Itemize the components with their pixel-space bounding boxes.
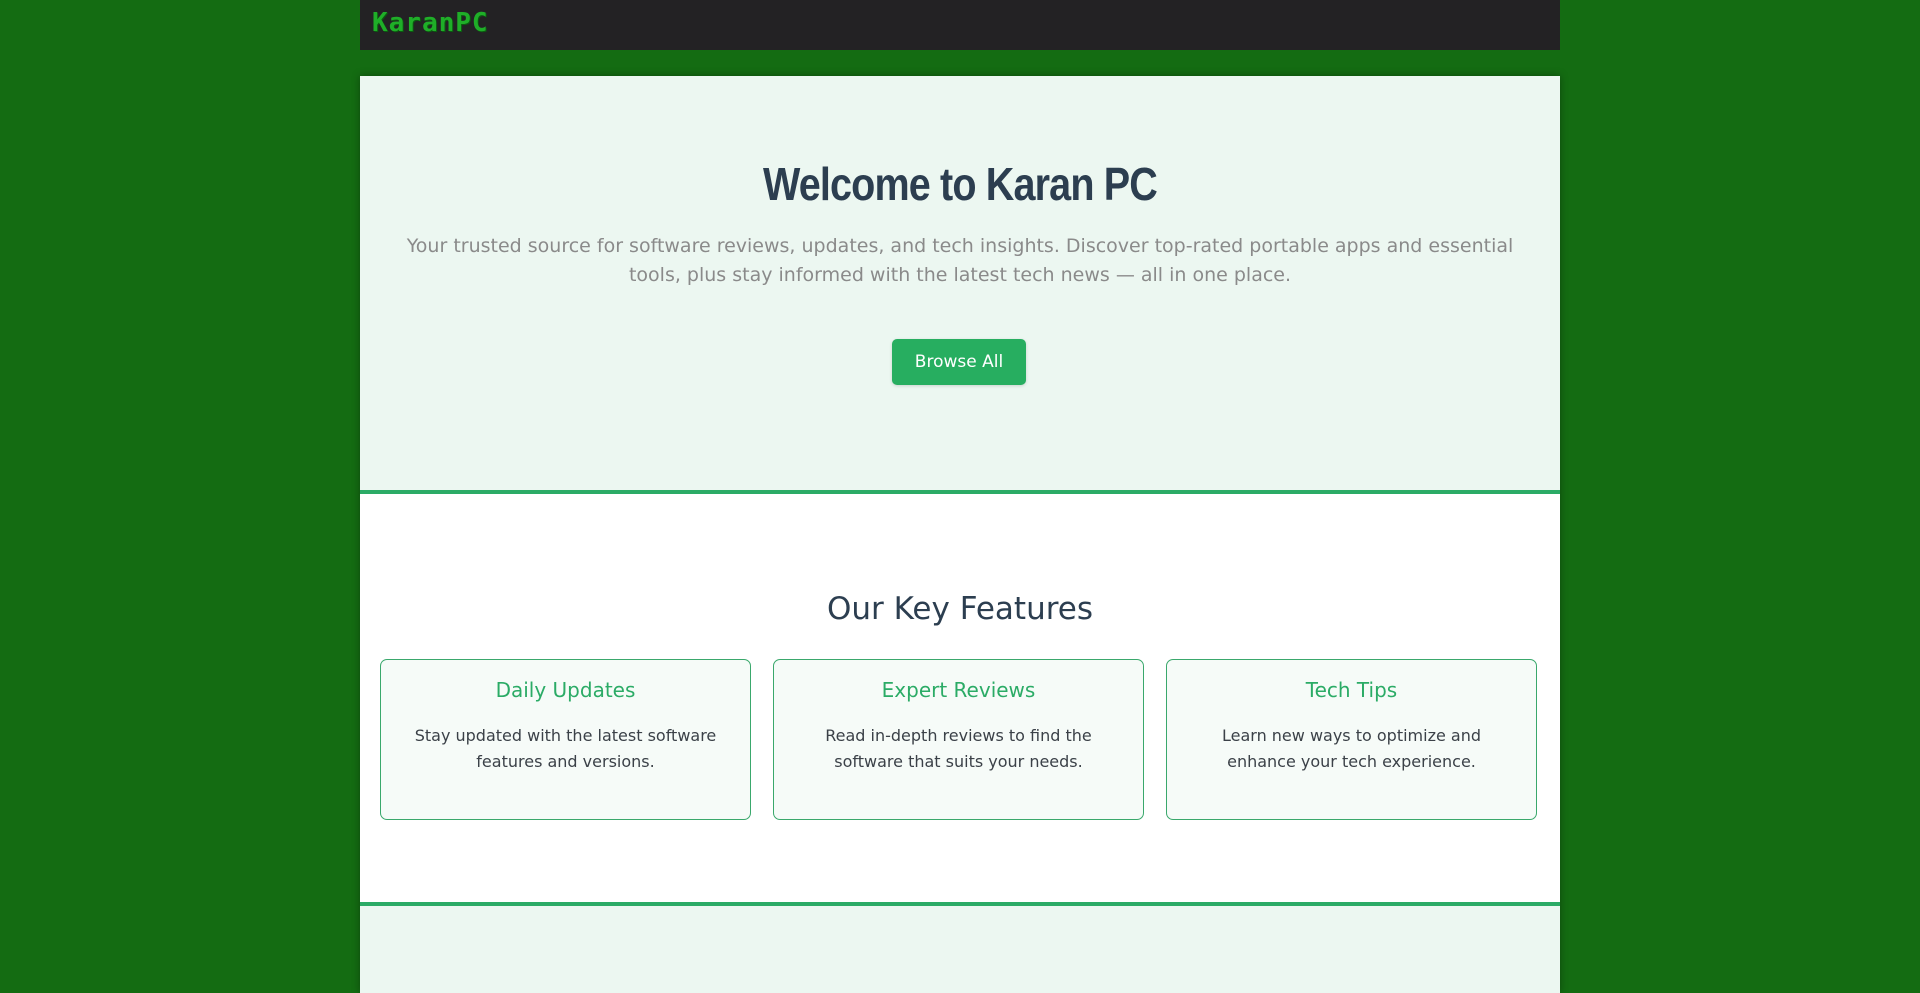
logo-text[interactable]: KaranPC bbox=[372, 8, 489, 38]
hero-section: Welcome to Karan PC Your trusted source … bbox=[360, 76, 1560, 494]
hero-subtitle: Your trusted source for software reviews… bbox=[406, 235, 1514, 286]
browse-all-button[interactable]: Browse All bbox=[892, 339, 1026, 385]
feature-card-text: Stay updated with the latest software fe… bbox=[414, 726, 717, 771]
site-logo[interactable]: KaranPC bbox=[372, 8, 489, 38]
feature-card-title: Expert Reviews bbox=[881, 678, 1036, 702]
main-container: Welcome to Karan PC Your trusted source … bbox=[360, 76, 1560, 993]
feature-card-text: Read in-depth reviews to find the softwa… bbox=[825, 726, 1092, 771]
feature-card-daily-updates: Daily Updates Stay updated with the late… bbox=[380, 659, 751, 820]
page: KaranPC Welcome to Karan PC Your trusted… bbox=[0, 0, 1920, 993]
navbar: KaranPC bbox=[360, 0, 1560, 50]
feature-card-expert-reviews: Expert Reviews Read in-depth reviews to … bbox=[773, 659, 1144, 820]
feature-card-title: Tech Tips bbox=[1305, 678, 1398, 702]
next-section bbox=[360, 906, 1560, 993]
hero-title: Welcome to Karan PC bbox=[762, 158, 1158, 210]
features-title: Our Key Features bbox=[827, 591, 1093, 627]
feature-card-tech-tips: Tech Tips Learn new ways to optimize and… bbox=[1166, 659, 1537, 820]
feature-card-text: Learn new ways to optimize and enhance y… bbox=[1221, 726, 1481, 771]
feature-card-title: Daily Updates bbox=[495, 678, 636, 702]
features-section: Our Key Features Daily Updates Stay upda… bbox=[360, 494, 1560, 906]
